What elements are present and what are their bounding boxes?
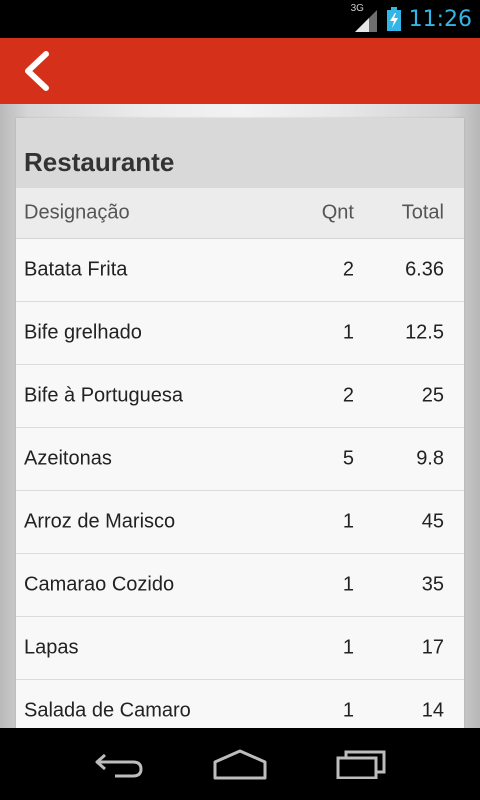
item-name: Bife à Portuguesa [24, 384, 183, 407]
battery-icon [386, 7, 401, 31]
item-total: 25 [421, 384, 444, 407]
column-header-qty: Qnt [321, 201, 354, 224]
status-bar: 3G 11:26 [0, 0, 480, 38]
table-row[interactable]: Salada de Camaro 1 14 [16, 680, 464, 728]
back-icon [95, 753, 143, 778]
item-total: 14 [421, 699, 444, 722]
item-qty: 1 [342, 636, 354, 659]
card-title: Restaurante [24, 147, 175, 177]
item-qty: 5 [342, 447, 354, 470]
item-name: Camarao Cozido [24, 573, 175, 596]
chevron-left-icon [25, 51, 49, 91]
back-button[interactable] [14, 48, 60, 94]
table-row[interactable]: Bife à Portuguesa 2 25 [16, 365, 464, 428]
item-qty: 2 [342, 258, 354, 281]
network-type-label: 3G [350, 3, 364, 14]
item-name: Arroz de Marisco [24, 510, 176, 533]
nav-home-button[interactable] [205, 742, 275, 786]
table-row[interactable]: Batata Frita 2 6.36 [16, 239, 464, 302]
nav-recents-button[interactable] [326, 742, 396, 786]
recent-apps-icon [336, 750, 386, 779]
column-header-name: Designação [24, 201, 130, 224]
item-total: 35 [421, 573, 444, 596]
item-total: 45 [421, 510, 444, 533]
status-time: 11:26 [408, 6, 472, 32]
item-qty: 1 [342, 699, 354, 722]
table-row[interactable]: Arroz de Marisco 1 45 [16, 491, 464, 554]
home-icon [213, 749, 267, 780]
item-name: Lapas [24, 636, 79, 659]
item-qty: 1 [342, 573, 354, 596]
item-name: Batata Frita [24, 258, 128, 281]
item-qty: 1 [342, 510, 354, 533]
item-total: 17 [421, 636, 444, 659]
table-header: Designação Qnt Total [16, 188, 464, 239]
column-header-total: Total [401, 201, 444, 224]
item-total: 6.36 [405, 258, 444, 281]
table-row[interactable]: Azeitonas 5 9.8 [16, 428, 464, 491]
item-total: 9.8 [416, 447, 444, 470]
item-total: 12.5 [405, 321, 444, 344]
signal-icon: 3G [350, 3, 379, 32]
table-row[interactable]: Camarao Cozido 1 35 [16, 554, 464, 617]
order-card: Restaurante Designação Qnt Total Batata … [16, 118, 464, 728]
card-header: Restaurante [16, 118, 464, 188]
item-name: Bife grelhado [24, 321, 142, 344]
action-bar [0, 38, 480, 104]
nav-back-button[interactable] [85, 742, 155, 786]
item-qty: 1 [342, 321, 354, 344]
content-area: Restaurante Designação Qnt Total Batata … [0, 104, 480, 728]
navigation-bar [0, 728, 480, 800]
item-name: Azeitonas [24, 447, 112, 470]
item-qty: 2 [342, 384, 354, 407]
item-name: Salada de Camaro [24, 699, 191, 722]
table-row[interactable]: Lapas 1 17 [16, 617, 464, 680]
table-row[interactable]: Bife grelhado 1 12.5 [16, 302, 464, 365]
